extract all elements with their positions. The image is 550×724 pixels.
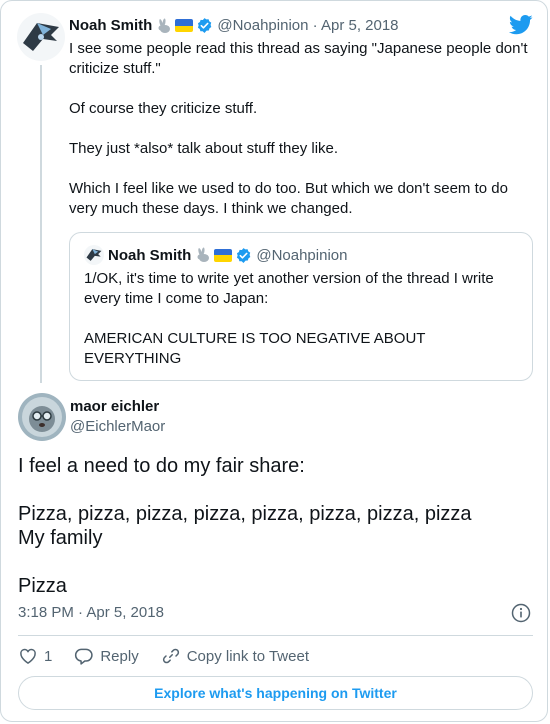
tweet-timestamp[interactable]: 3:18 PM · Apr 5, 2018 — [18, 604, 164, 621]
main-line-3: Pizza, pizza, pizza, pizza, pizza, pizza… — [18, 503, 472, 525]
main-author-handle[interactable]: @EichlerMaor — [70, 418, 165, 435]
quoted-tweet[interactable]: Noah Smith @Noahpinion 1/OK, it's time t… — [69, 232, 533, 381]
parent-author-name[interactable]: Noah Smith — [69, 17, 152, 34]
maor-eichler-avatar[interactable] — [18, 393, 66, 441]
heart-icon — [20, 648, 36, 664]
reply-icon — [75, 648, 94, 665]
link-icon — [162, 648, 179, 664]
quoted-handle: @Noahpinion — [256, 246, 348, 264]
ukraine-flag-icon — [214, 248, 233, 262]
main-tweet-text: I feel a need to do my fair share: Pizza… — [18, 454, 533, 598]
main-line-4: My family — [18, 527, 103, 549]
main-line-6: Pizza — [18, 575, 67, 597]
main-author-name[interactable]: maor eichler — [70, 398, 159, 415]
main-line-5 — [18, 550, 533, 574]
reply-button[interactable]: Reply — [74, 646, 139, 666]
quoted-paragraph-1: 1/OK, it's time to write yet another ver… — [84, 270, 494, 307]
parent-handle-date[interactable]: @Noahpinion · Apr 5, 2018 — [217, 17, 398, 34]
copy-link-button[interactable]: Copy link to Tweet — [161, 646, 309, 666]
parent-paragraph-2: Of course they criticize stuff. — [69, 100, 258, 117]
thread-line — [40, 65, 42, 383]
parent-tweet-header: Noah Smith @Noahpinion · Apr 5, 2018 — [69, 17, 399, 34]
main-line-2 — [18, 478, 533, 502]
info-icon[interactable] — [511, 603, 531, 623]
verified-badge-icon — [235, 247, 252, 264]
quoted-tweet-header: Noah Smith @Noahpinion — [84, 245, 347, 265]
copy-link-label: Copy link to Tweet — [186, 647, 309, 665]
quoted-author-avatar — [84, 245, 104, 265]
main-line-1: I feel a need to do my fair share: — [18, 455, 305, 477]
parent-tweet-text: I see some people read this thread as sa… — [69, 39, 537, 239]
parent-paragraph-1: I see some people read this thread as sa… — [69, 40, 528, 77]
divider — [18, 635, 533, 636]
twitter-bird-icon[interactable] — [508, 15, 533, 35]
like-count: 1 — [44, 647, 53, 665]
tweet-embed-card: Noah Smith @Noahpinion · Apr 5, 2018 I s… — [0, 0, 548, 722]
rabbit-icon — [156, 18, 172, 34]
ukraine-flag-icon — [175, 19, 194, 32]
parent-paragraph-3: They just *also* talk about stuff they l… — [69, 140, 339, 157]
quoted-paragraph-2: AMERICAN CULTURE IS TOO NEGATIVE ABOUT E… — [84, 330, 426, 367]
verified-badge-icon — [196, 17, 213, 34]
reply-label: Reply — [100, 647, 139, 665]
noah-smith-avatar[interactable] — [17, 13, 65, 61]
rabbit-icon — [195, 247, 211, 263]
like-button[interactable]: 1 — [18, 646, 52, 666]
parent-paragraph-4: Which I feel like we used to do too. But… — [69, 180, 508, 217]
quoted-author-name: Noah Smith — [108, 246, 192, 264]
quoted-tweet-text: 1/OK, it's time to write yet another ver… — [84, 269, 514, 389]
explore-twitter-button[interactable]: Explore what's happening on Twitter — [18, 676, 533, 710]
tweet-actions: 1 Reply Copy link to Tweet — [18, 646, 331, 666]
